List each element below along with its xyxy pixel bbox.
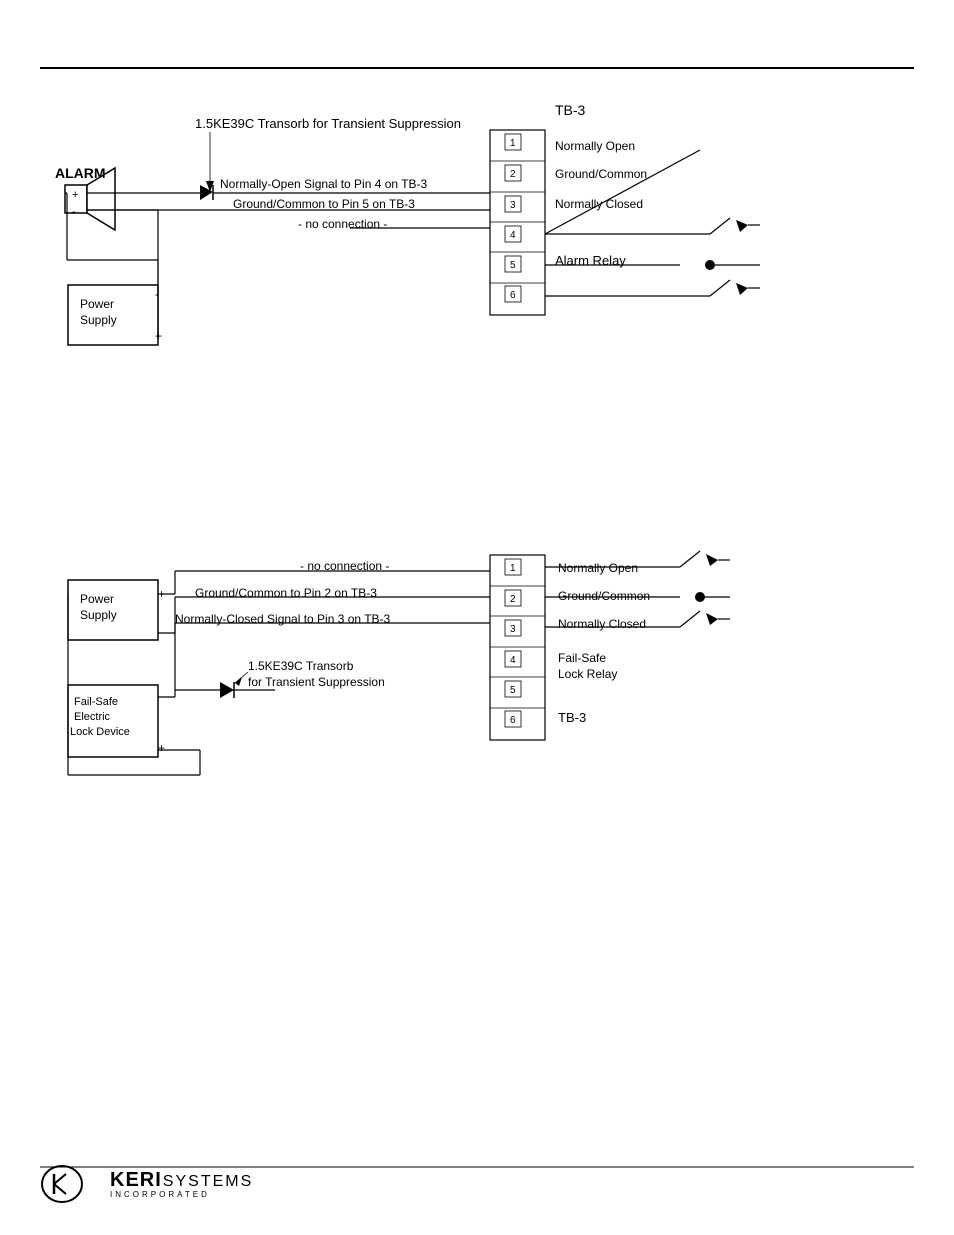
- svg-text:-: -: [155, 287, 159, 301]
- svg-text:6: 6: [510, 715, 516, 726]
- svg-text:1: 1: [510, 563, 516, 574]
- svg-text:+: +: [158, 587, 165, 601]
- logo-icon: [40, 1162, 110, 1207]
- svg-text:Fail-Safe: Fail-Safe: [558, 651, 606, 665]
- svg-text:Normally Closed: Normally Closed: [558, 617, 646, 631]
- svg-text:6: 6: [510, 290, 516, 301]
- svg-text:Normally-Closed Signal to Pin: Normally-Closed Signal to Pin 3 on TB-3: [175, 612, 391, 626]
- svg-text:Normally-Open Signal to Pin 4: Normally-Open Signal to Pin 4 on TB-3: [220, 177, 428, 191]
- svg-text:2: 2: [510, 169, 516, 180]
- svg-text:5: 5: [510, 260, 516, 271]
- svg-text:5: 5: [510, 685, 516, 696]
- svg-text:for Transient Suppression: for Transient Suppression: [248, 675, 385, 689]
- svg-text:1.5KE39C Transorb: 1.5KE39C Transorb: [248, 659, 354, 673]
- logo-brand-systems: SYSTEMS: [163, 1173, 253, 1191]
- svg-text:Electric: Electric: [74, 711, 111, 723]
- svg-text:Supply: Supply: [80, 313, 117, 327]
- svg-text:- no connection -: - no connection -: [298, 217, 387, 231]
- svg-text:ALARM: ALARM: [55, 165, 106, 181]
- svg-text:+: +: [158, 741, 165, 755]
- svg-text:-: -: [158, 689, 162, 703]
- svg-text:- no connection -: - no connection -: [300, 559, 389, 573]
- svg-text:TB-3: TB-3: [555, 102, 586, 118]
- svg-text:-: -: [158, 625, 162, 639]
- svg-text:Ground/Common to Pin 5 on TB-3: Ground/Common to Pin 5 on TB-3: [233, 197, 415, 211]
- svg-text:TB-3: TB-3: [558, 710, 586, 725]
- svg-text:1: 1: [510, 138, 516, 149]
- svg-text:Ground/Common: Ground/Common: [555, 167, 647, 181]
- svg-text:Lock Relay: Lock Relay: [558, 667, 617, 681]
- svg-text:Normally Open: Normally Open: [555, 139, 635, 153]
- svg-text:1.5KE39C Transorb for Transien: 1.5KE39C Transorb for Transient Suppress…: [195, 116, 461, 131]
- svg-text:Power: Power: [80, 297, 114, 311]
- svg-text:3: 3: [510, 200, 516, 211]
- svg-text:-: -: [72, 206, 76, 218]
- svg-text:Fail-Safe: Fail-Safe: [74, 696, 118, 708]
- svg-text:Lock Device: Lock Device: [70, 726, 130, 738]
- svg-text:4: 4: [510, 230, 516, 241]
- svg-text:Normally Open: Normally Open: [558, 561, 638, 575]
- logo-brand-keri: KERI: [110, 1169, 162, 1191]
- svg-text:Ground/Common to Pin 2 on TB-3: Ground/Common to Pin 2 on TB-3: [195, 586, 377, 600]
- svg-text:Normally Closed: Normally Closed: [555, 197, 643, 211]
- logo-tagline: INCORPORATED: [110, 1191, 253, 1200]
- svg-text:Alarm Relay: Alarm Relay: [555, 253, 626, 268]
- svg-text:+: +: [155, 329, 162, 343]
- svg-text:+: +: [72, 189, 78, 201]
- svg-text:Supply: Supply: [80, 608, 117, 622]
- svg-text:Ground/Common: Ground/Common: [558, 589, 650, 603]
- svg-text:2: 2: [510, 594, 516, 605]
- svg-text:3: 3: [510, 624, 516, 635]
- logo: KERI SYSTEMS INCORPORATED: [40, 1162, 253, 1207]
- svg-text:4: 4: [510, 655, 516, 666]
- svg-text:Power: Power: [80, 592, 114, 606]
